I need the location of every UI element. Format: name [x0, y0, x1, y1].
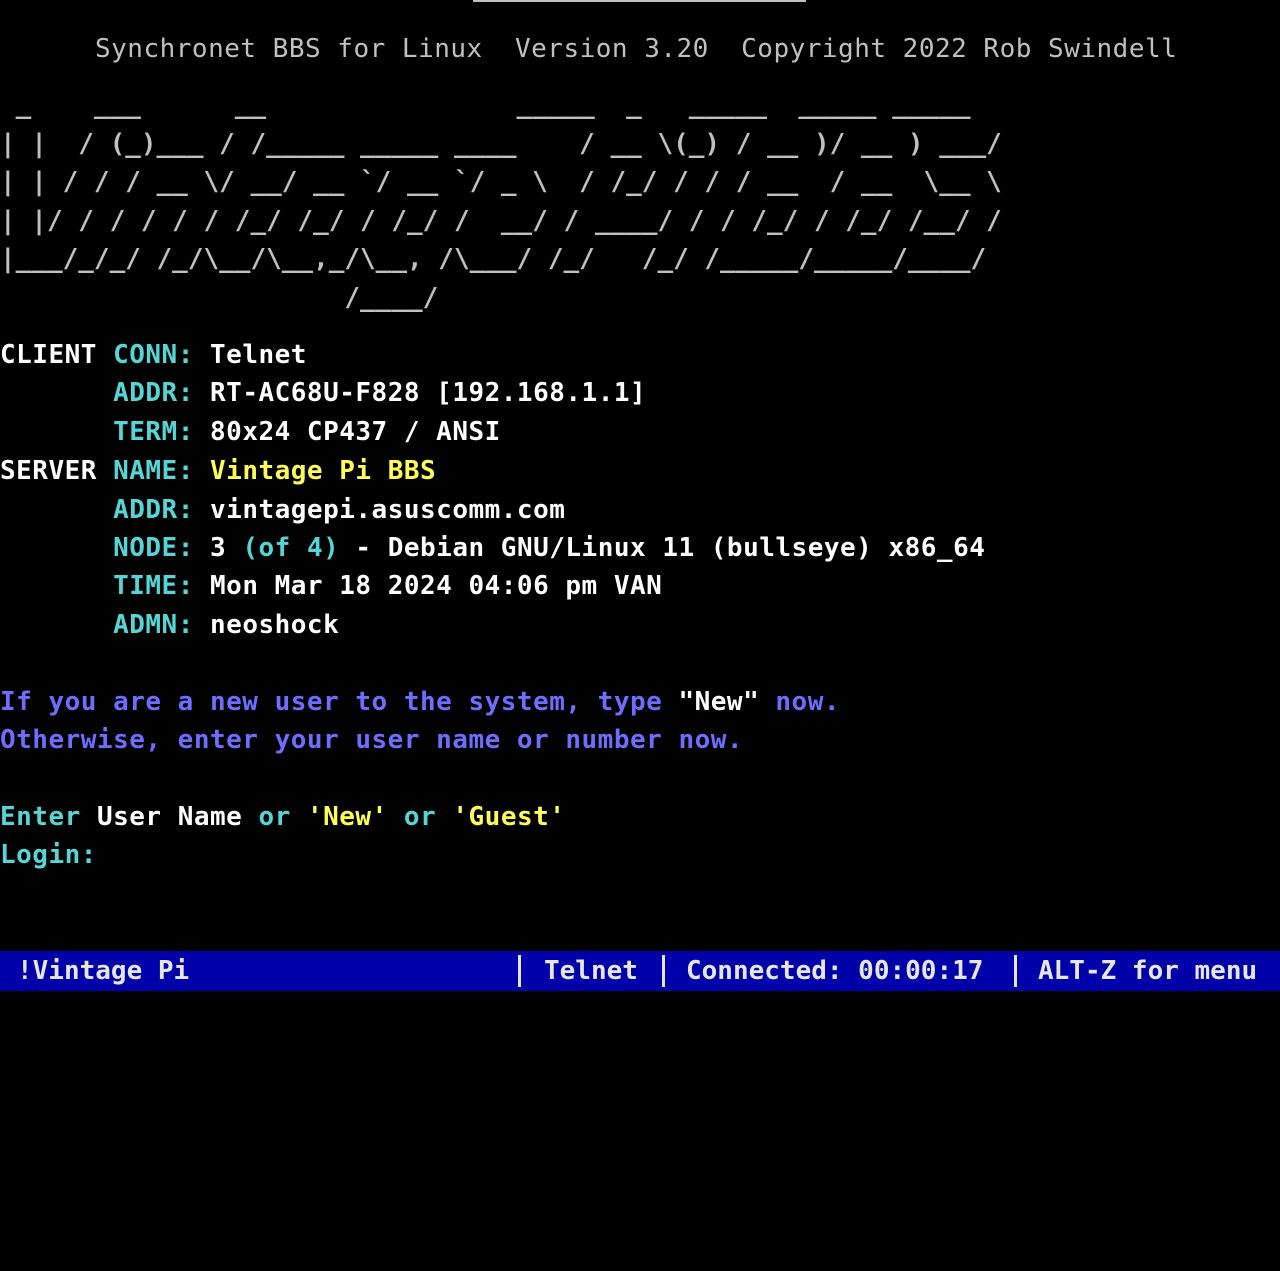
new-keyword: "New"	[678, 687, 760, 717]
conn-label: CONN:	[113, 340, 194, 370]
node-total: (of 4)	[242, 533, 340, 563]
new-user-message: If you are a new user to the system, typ…	[0, 683, 840, 721]
client-section-label: CLIENT	[0, 340, 97, 370]
conn-value: Telnet	[210, 340, 307, 370]
user-name-text: User Name	[96, 802, 243, 832]
top-rule	[473, 0, 806, 2]
or-text: or	[258, 802, 291, 832]
new-user-text: If you are a new user to the system, typ…	[0, 687, 679, 717]
status-bbs-name: !Vintage Pi	[17, 956, 190, 986]
login-label: Login:	[0, 840, 97, 870]
status-connected-timer: Connected: 00:00:17	[686, 956, 984, 986]
client-term-row: TERM: 80x24 CP437 / ANSI	[0, 413, 501, 451]
status-bar: !Vintage Pi Telnet Connected: 00:00:17 A…	[0, 951, 1280, 991]
server-addr-row: ADDR: vintagepi.asuscomm.com	[0, 491, 565, 529]
node-label: NODE:	[113, 533, 194, 563]
server-section-label: SERVER	[0, 456, 97, 486]
client-addr-value: RT-AC68U-F828 [192.168.1.1]	[210, 378, 647, 408]
login-prompt[interactable]: Login:	[0, 836, 97, 874]
new-option: 'New'	[306, 802, 388, 832]
guest-option: 'Guest'	[452, 802, 566, 832]
server-addr-value: vintagepi.asuscomm.com	[210, 495, 566, 525]
server-node-row: NODE: 3 (of 4) - Debian GNU/Linux 11 (bu…	[0, 529, 985, 567]
server-addr-label: ADDR:	[113, 495, 194, 525]
term-label: TERM:	[113, 417, 194, 447]
or-text-2: or	[403, 802, 437, 832]
status-protocol: Telnet	[544, 956, 638, 986]
client-addr-row: ADDR: RT-AC68U-F828 [192.168.1.1]	[0, 374, 646, 412]
vintage-pi-bbs-ascii-logo: _ ___ __ _____ _ _____ _____ _____ | | /…	[0, 90, 1002, 313]
node-number: 3	[210, 533, 227, 563]
admin-label: ADMN:	[113, 610, 194, 640]
server-time-row: TIME: Mon Mar 18 2024 04:06 pm VAN	[0, 567, 662, 605]
client-conn-row: CLIENT CONN: Telnet	[0, 336, 307, 374]
name-label: NAME:	[113, 456, 194, 486]
admin-value: neoshock	[210, 610, 340, 640]
server-admin-row: ADMN: neoshock	[0, 606, 339, 644]
client-addr-label: ADDR:	[113, 378, 194, 408]
status-divider	[518, 955, 521, 987]
existing-user-message: Otherwise, enter your user name or numbe…	[0, 725, 744, 755]
server-name-row: SERVER NAME: Vintage Pi BBS	[0, 452, 436, 490]
server-name-value: Vintage Pi BBS	[210, 456, 437, 486]
login-instructions: Enter User Name or 'New' or 'Guest'	[0, 798, 565, 836]
status-divider	[1014, 955, 1017, 987]
node-os: - Debian GNU/Linux 11 (bullseye) x86_64	[355, 533, 986, 563]
status-menu-hint[interactable]: ALT-Z for menu	[1038, 951, 1257, 991]
time-value: Mon Mar 18 2024 04:06 pm VAN	[210, 571, 663, 601]
app-title: Synchronet BBS for Linux Version 3.20 Co…	[95, 34, 1178, 64]
new-user-text-end: now.	[759, 687, 841, 717]
enter-text: Enter	[0, 802, 81, 832]
term-value: 80x24 CP437 / ANSI	[210, 417, 501, 447]
time-label: TIME:	[113, 571, 194, 601]
status-divider	[662, 955, 665, 987]
